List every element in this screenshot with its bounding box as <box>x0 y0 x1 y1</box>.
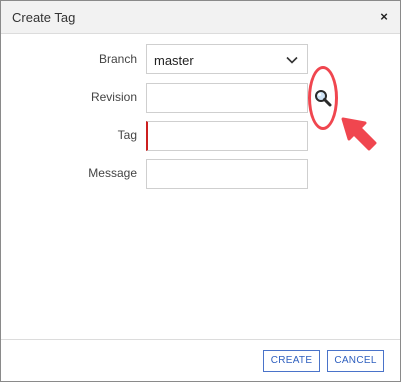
branch-select-value: master <box>154 53 194 68</box>
create-tag-dialog: Create Tag × Branch master Revision Tag … <box>0 0 401 382</box>
dialog-title: Create Tag <box>12 10 76 25</box>
revision-input[interactable] <box>146 83 308 113</box>
branch-label: Branch <box>98 52 137 66</box>
message-label: Message <box>88 166 137 180</box>
close-icon[interactable]: × <box>377 9 391 25</box>
cancel-button[interactable]: CANCEL <box>327 350 384 372</box>
revision-label: Revision <box>90 90 137 104</box>
tag-input[interactable] <box>146 121 308 151</box>
annotation-arrow-icon <box>341 117 377 151</box>
dialog-title-bar: Create Tag × <box>1 1 400 34</box>
branch-select[interactable]: master <box>146 44 308 74</box>
chevron-down-icon <box>286 56 298 64</box>
create-button[interactable]: CREATE <box>263 350 320 372</box>
dialog-footer: CREATE CANCEL <box>1 339 400 381</box>
annotation-highlight-ring <box>308 66 338 130</box>
message-input[interactable] <box>146 159 308 189</box>
tag-label: Tag <box>117 128 137 142</box>
